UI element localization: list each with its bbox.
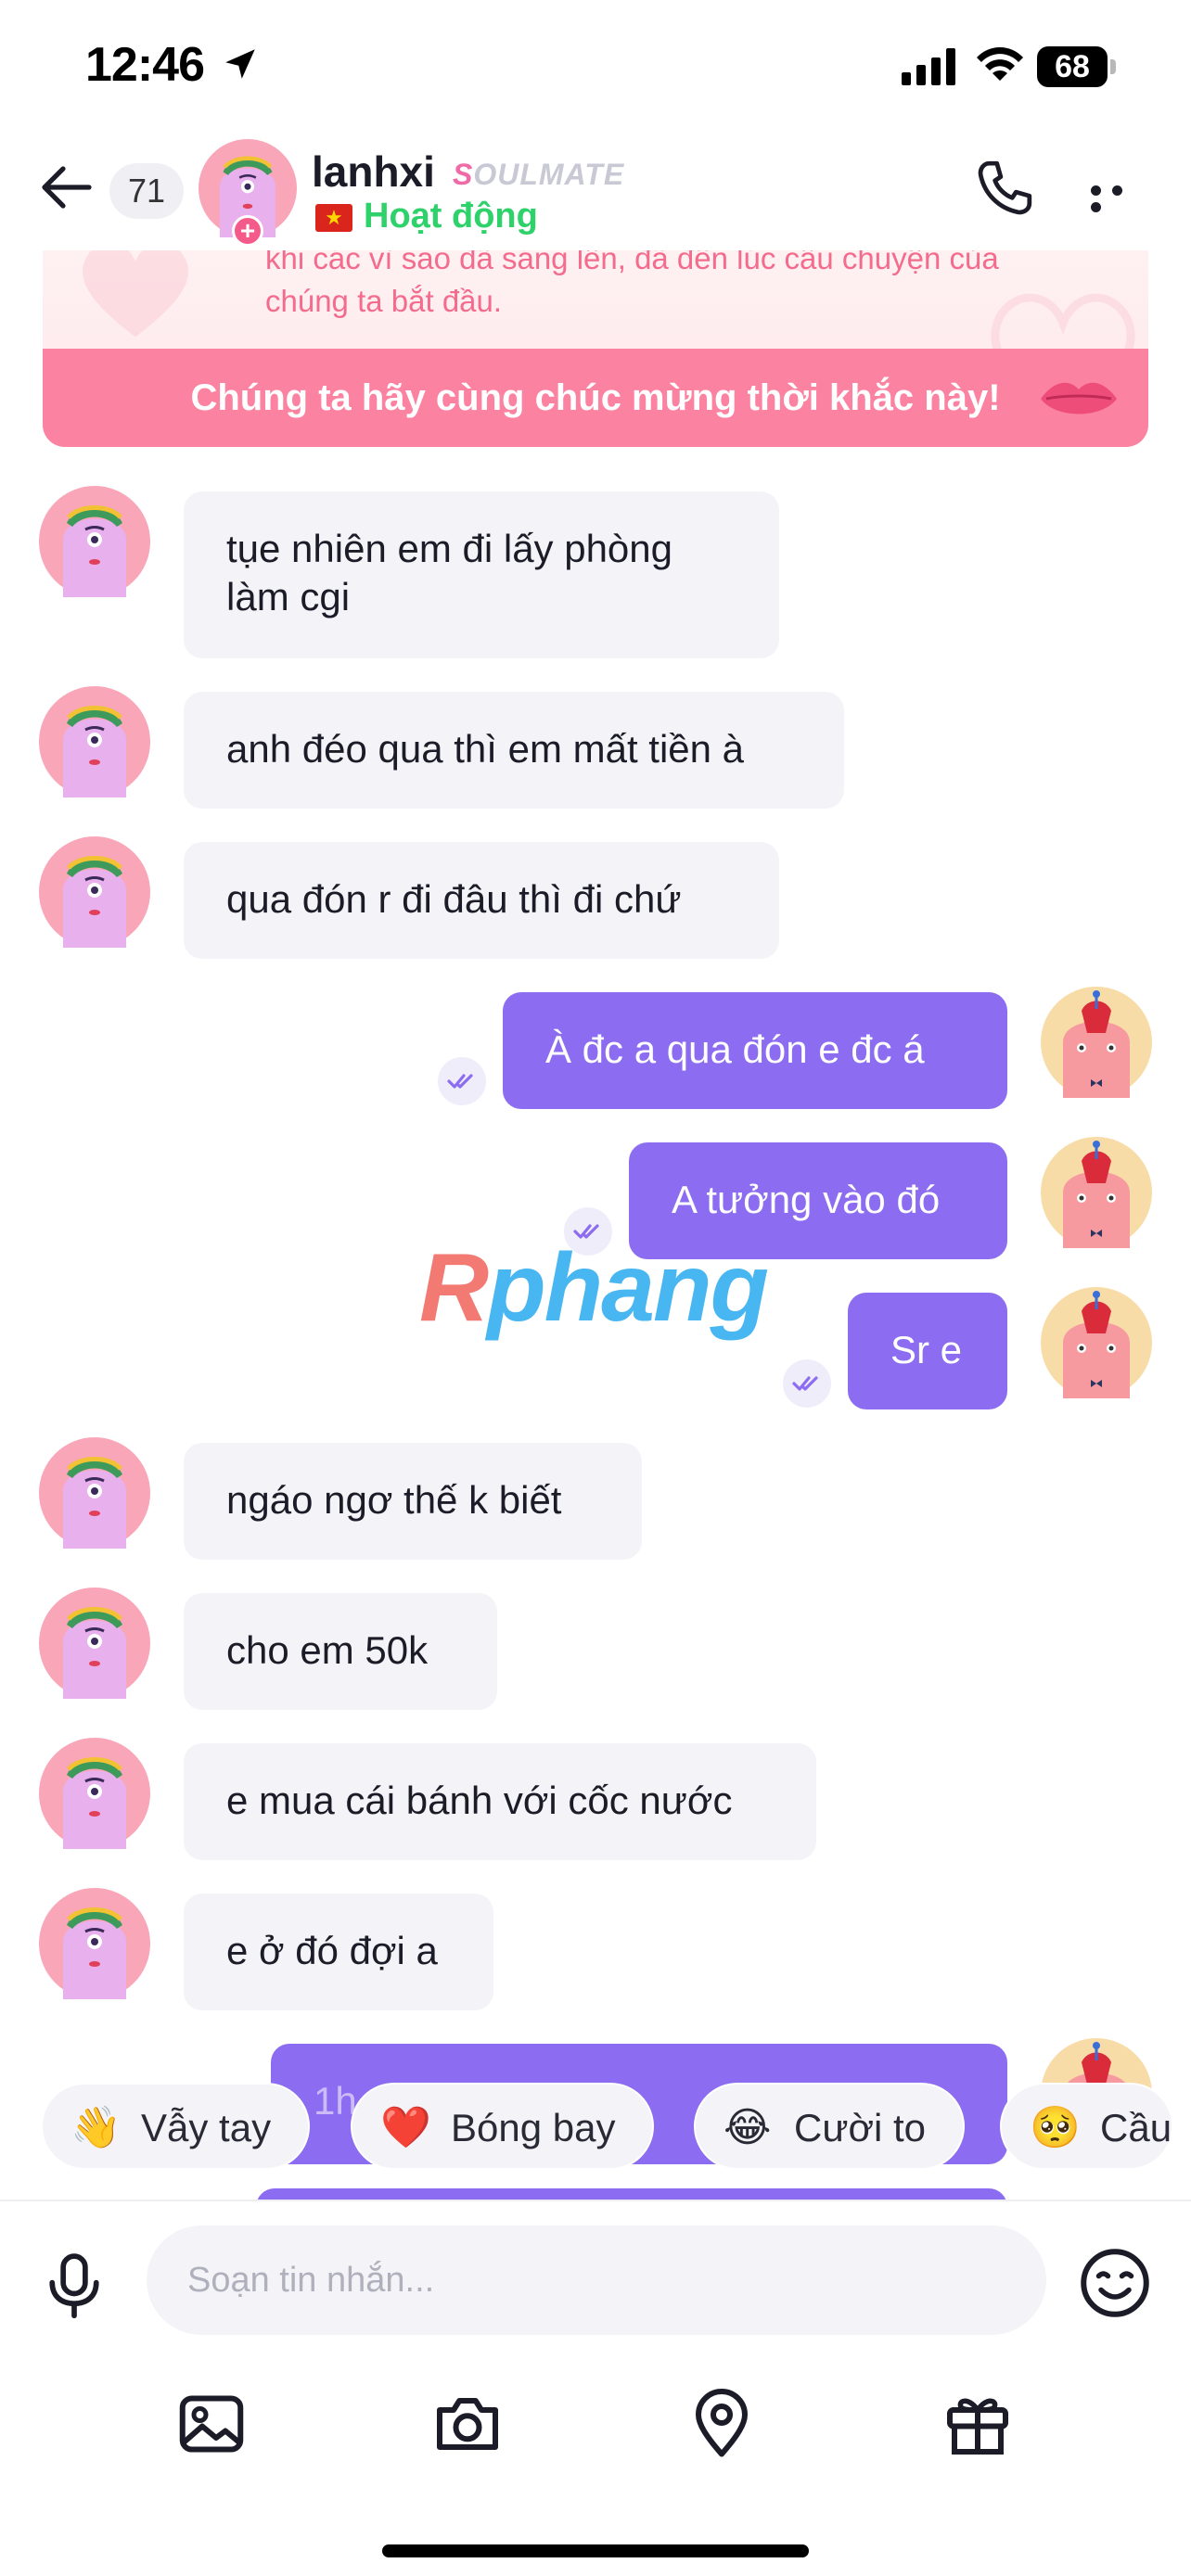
- more-icon[interactable]: [1091, 184, 1152, 212]
- read-receipt-icon: [783, 1359, 831, 1408]
- my-avatar[interactable]: [1041, 987, 1152, 1098]
- cellular-signal-icon: [902, 48, 955, 85]
- pleading-face-icon: 🥺: [1030, 2105, 1081, 2150]
- partner-avatar[interactable]: [39, 1888, 150, 1999]
- phone-icon[interactable]: [974, 158, 1035, 219]
- partner-name: lanhxi: [312, 147, 435, 196]
- partner-avatar[interactable]: [39, 836, 150, 948]
- quick-reaction-laugh[interactable]: 😂 Cười to: [694, 2083, 966, 2170]
- my-avatar[interactable]: [1041, 1287, 1152, 1398]
- mic-icon[interactable]: [39, 2250, 109, 2320]
- camera-icon[interactable]: [430, 2387, 505, 2461]
- quick-reaction-plead[interactable]: 🥺 Cầu: [1000, 2083, 1174, 2170]
- message-bubble-incoming[interactable]: qua đón r đi đâu thì đi chứ: [184, 842, 779, 959]
- message-bubble-incoming[interactable]: tụe nhiên em đi lấy phòng làm cgi: [184, 491, 779, 658]
- status-time: 12:46: [85, 38, 205, 92]
- my-avatar[interactable]: [1041, 1137, 1152, 1248]
- soulmate-banner: khi các vì sao đã sáng lên, đã đến lúc c…: [43, 223, 1148, 447]
- location-arrow-icon: [225, 49, 255, 79]
- laughing-face-icon: 😂: [724, 2105, 772, 2150]
- message-bubble-incoming[interactable]: cho em 50k: [184, 1593, 497, 1710]
- partner-avatar[interactable]: [39, 486, 150, 597]
- battery-level: 68: [1037, 46, 1108, 87]
- battery-icon: 68: [1037, 46, 1117, 87]
- message-bubble-incoming[interactable]: e ở đó đợi a: [184, 1894, 493, 2010]
- read-receipt-icon: [438, 1057, 486, 1105]
- waving-hand-icon: 👋: [70, 2105, 122, 2150]
- partner-avatar[interactable]: [39, 1738, 150, 1849]
- home-indicator[interactable]: [382, 2544, 809, 2557]
- partner-avatar[interactable]: [39, 1588, 150, 1699]
- celebrate-bar[interactable]: Chúng ta hãy cùng chúc mừng thời khắc nà…: [43, 349, 1148, 447]
- watermark-logo: Rphang: [419, 1234, 769, 1342]
- quick-reaction-wave[interactable]: 👋 Vẫy tay: [41, 2083, 311, 2170]
- lips-icon: [1041, 382, 1117, 414]
- unread-count-badge[interactable]: 71: [109, 163, 184, 219]
- heart-icon: ❤️: [380, 2105, 431, 2150]
- back-arrow-icon[interactable]: [37, 158, 96, 217]
- online-status: Hoạt động: [364, 197, 538, 236]
- chat-header: 71 + lanhxi SOULMATE ★ Hoạt động: [0, 130, 1191, 250]
- message-bubble-outgoing[interactable]: Sr e: [848, 1293, 1007, 1409]
- gift-icon[interactable]: [941, 2387, 1015, 2461]
- status-bar: 12:46 68: [0, 0, 1191, 130]
- emoji-icon[interactable]: [1078, 2246, 1152, 2320]
- partner-avatar[interactable]: [39, 686, 150, 797]
- message-bubble-outgoing[interactable]: À đc a qua đón e đc á: [503, 992, 1007, 1109]
- image-icon[interactable]: [174, 2387, 249, 2461]
- quick-reaction-balloon[interactable]: ❤️ Bóng bay: [351, 2083, 655, 2170]
- vietnam-flag-icon: ★: [315, 204, 352, 232]
- message-input[interactable]: [147, 2225, 1046, 2335]
- composer: [0, 2200, 1191, 2576]
- quick-reactions-bar: 👋 Vẫy tay ❤️ Bóng bay 😂 Cười to 🥺 Cầu: [0, 2083, 1191, 2181]
- partner-avatar[interactable]: [39, 1437, 150, 1549]
- message-bubble-incoming[interactable]: anh đéo qua thì em mất tiền à: [184, 692, 844, 809]
- message-bubble-incoming[interactable]: ngáo ngơ thế k biết: [184, 1443, 642, 1560]
- soulmate-tag: SOULMATE: [453, 158, 625, 191]
- location-icon[interactable]: [685, 2387, 759, 2461]
- add-friend-badge[interactable]: +: [232, 215, 263, 247]
- message-bubble-incoming[interactable]: e mua cái bánh với cốc nước: [184, 1743, 816, 1860]
- wifi-icon: [977, 47, 1023, 81]
